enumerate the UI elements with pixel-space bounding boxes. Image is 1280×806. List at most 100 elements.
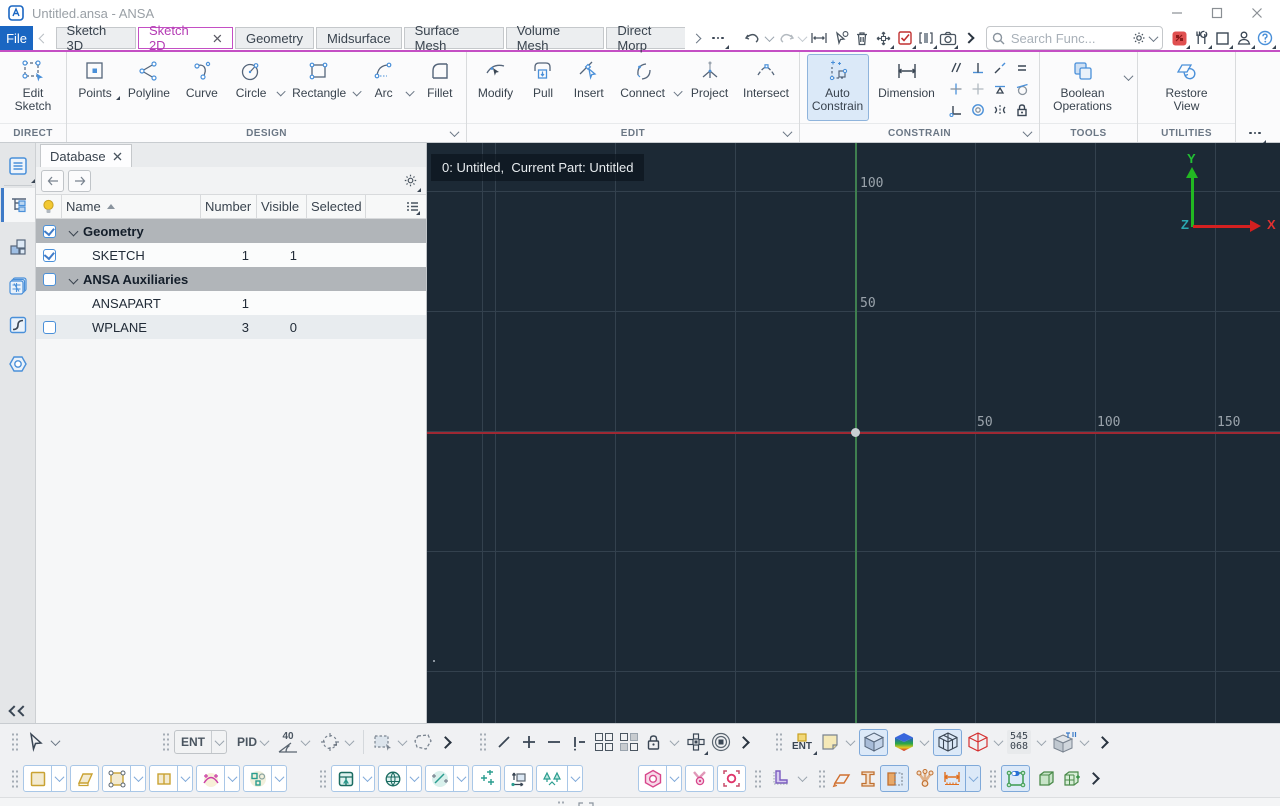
sidebar-materials-icon[interactable] (1, 347, 35, 381)
perpendicular-constraint-icon[interactable] (967, 57, 989, 78)
undo-icon[interactable] (742, 27, 763, 49)
curve-new-button[interactable] (196, 765, 240, 792)
table-row-ansapart[interactable]: ANSAPART 1 (36, 291, 426, 315)
solid-box-icon[interactable] (1033, 766, 1058, 791)
select-cursor-dropdown-icon[interactable] (50, 735, 61, 746)
profile-dropdown-icon[interactable] (794, 766, 809, 791)
symmetry-dropdown-icon[interactable] (567, 766, 582, 791)
entity-counter[interactable]: 545 068 (1007, 730, 1032, 754)
dimension-button[interactable]: Dimension (870, 54, 944, 100)
hide-minus-icon[interactable] (541, 730, 566, 755)
delete-icon[interactable] (851, 27, 872, 49)
lock-view-icon[interactable] (641, 730, 666, 755)
sidebar-parts-icon[interactable] (1, 230, 35, 264)
surface-3d-button[interactable] (70, 765, 99, 792)
polygon-select-icon[interactable] (410, 730, 435, 755)
name-column-header[interactable]: Name (62, 195, 201, 218)
close-button[interactable] (1250, 6, 1264, 20)
collinear-constraint-icon[interactable] (989, 57, 1011, 78)
focus-target-icon[interactable] (708, 730, 733, 755)
pick-cursor-icon[interactable] (830, 27, 851, 49)
fix-angle-constraint-icon[interactable] (945, 99, 967, 120)
tabs-scroll-right-icon[interactable] (686, 27, 707, 49)
tabs-overflow-icon[interactable] (707, 27, 730, 49)
camera-icon[interactable] (937, 27, 959, 49)
mesh-group-drag-handle[interactable] (319, 768, 326, 789)
toolbar-drag-handle[interactable] (11, 732, 18, 752)
edit-sketch-button[interactable]: Edit Sketch (3, 54, 63, 113)
entity-highlight-button[interactable]: ENT (787, 730, 818, 755)
sidebar-includes-icon[interactable] (1, 269, 35, 303)
clamp-button[interactable] (685, 765, 714, 792)
concept-group-drag-handle[interactable] (818, 768, 825, 789)
auto-constrain-button[interactable]: Auto Constrain (806, 54, 869, 121)
tab-sketch-2d[interactable]: Sketch 2D (137, 23, 233, 53)
mesh-table-dropdown-icon[interactable] (359, 766, 374, 791)
concentric-constraint-icon[interactable] (967, 99, 989, 120)
measure-distance-dropdown-icon[interactable] (965, 766, 980, 791)
arc-button[interactable]: Arc (363, 54, 404, 100)
tab-midsurface[interactable]: Midsurface (316, 27, 402, 49)
project-button[interactable]: Project (684, 54, 735, 100)
box-select-dropdown-icon[interactable] (397, 735, 408, 746)
select-cursor-icon[interactable] (23, 730, 48, 755)
settings-tools-icon[interactable] (1190, 27, 1213, 49)
surface-corner-button[interactable] (102, 765, 146, 792)
measure-dropdown-icon[interactable] (1079, 735, 1090, 746)
search-dropdown-icon[interactable] (1148, 31, 1159, 42)
bolt-dropdown-icon[interactable] (666, 766, 681, 791)
sidebar-notes-icon[interactable] (1, 149, 35, 183)
geometry-expand-caret-icon[interactable] (68, 226, 79, 236)
display-group-drag-handle[interactable] (775, 732, 783, 752)
pid-mode-button[interactable]: PID (237, 735, 270, 749)
origin-point[interactable] (851, 428, 860, 437)
restore-view-button[interactable]: Restore View (1153, 54, 1221, 113)
entity-mode-button[interactable]: ENT (174, 730, 227, 754)
database-tab-close-icon[interactable] (113, 152, 122, 161)
mirror-constraint-icon[interactable] (989, 99, 1011, 120)
snap-dropdown-icon[interactable] (344, 735, 355, 746)
results-dropdown-icon[interactable] (919, 735, 930, 746)
points-button[interactable]: Points (70, 54, 121, 100)
windows-icon[interactable] (1212, 27, 1234, 49)
auxiliaries-expand-caret-icon[interactable] (68, 274, 79, 284)
compare-icon[interactable] (916, 27, 938, 49)
selection-more-icon[interactable] (439, 735, 452, 749)
connection-point-button[interactable] (717, 765, 746, 792)
symmetry-button[interactable] (536, 765, 583, 792)
visibility-group-drag-handle[interactable] (479, 732, 487, 752)
redo-dropdown-icon[interactable] (797, 27, 809, 49)
measure-distance-button[interactable] (937, 765, 981, 792)
show-all-grid-icon[interactable] (591, 730, 616, 755)
entity-mode-dropdown-icon[interactable] (211, 731, 226, 753)
tab-direct-morph[interactable]: Direct Morp (606, 23, 685, 53)
display-more-icon[interactable] (1096, 735, 1109, 749)
boolean-dropdown-icon[interactable] (1123, 71, 1133, 82)
mesh-sphere-dropdown-icon[interactable] (406, 766, 421, 791)
note-icon[interactable] (817, 730, 842, 755)
red-wireframe-cube-icon[interactable] (965, 730, 990, 755)
results-cube-icon[interactable] (891, 730, 916, 755)
entities-dropdown-icon[interactable] (271, 766, 286, 791)
search-settings-gear-icon[interactable] (1132, 31, 1146, 45)
line-points-button[interactable] (425, 765, 469, 792)
search-input[interactable] (1008, 29, 1128, 47)
connect-button[interactable]: Connect (613, 54, 671, 100)
show-plus-icon[interactable] (516, 730, 541, 755)
tab-surface-mesh[interactable]: Surface Mesh (403, 23, 504, 53)
intersect-button[interactable]: Intersect (736, 54, 796, 100)
database-tab[interactable]: Database (40, 144, 132, 167)
orientation-squares-icon[interactable] (683, 730, 709, 755)
minimize-button[interactable] (1170, 6, 1184, 20)
sketch-group-more-icon[interactable] (1087, 772, 1100, 785)
move-icon[interactable] (873, 27, 895, 49)
measure-icon[interactable] (809, 27, 830, 49)
sketch-plane-icon[interactable] (830, 766, 855, 791)
invert-visibility-icon[interactable] (566, 730, 591, 755)
sidebar-curves-icon[interactable] (1, 308, 35, 342)
maximize-button[interactable] (1210, 6, 1224, 20)
lock-dropdown-icon[interactable] (669, 735, 680, 746)
coincident-constraint-icon[interactable] (967, 78, 989, 99)
tab-geometry[interactable]: Geometry (234, 27, 315, 49)
panel-section-button[interactable] (880, 765, 909, 792)
